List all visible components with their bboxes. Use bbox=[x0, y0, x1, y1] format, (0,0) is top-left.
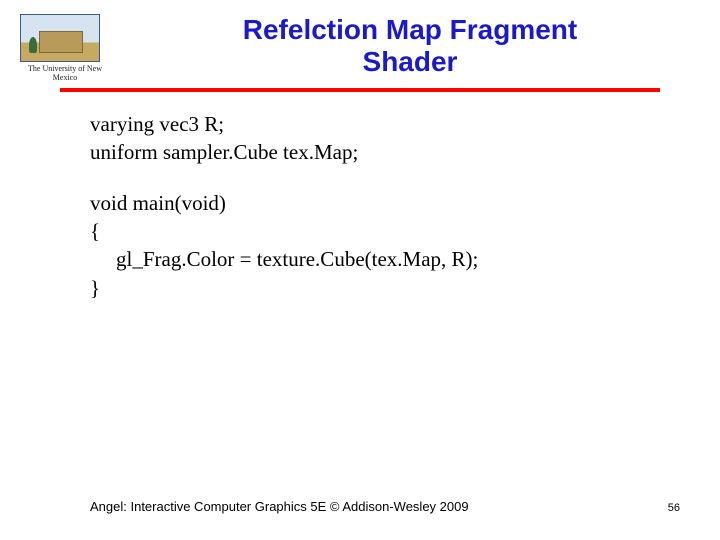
slide-title-line2: Shader bbox=[120, 46, 700, 78]
university-logo-block: The University of New Mexico bbox=[20, 14, 120, 82]
code-line-brace-open: { bbox=[90, 217, 720, 245]
page-number: 56 bbox=[668, 502, 680, 514]
main-function-block: void main(void) { gl_Frag.Color = textur… bbox=[90, 189, 720, 302]
declarations-block: varying vec3 R; uniform sampler.Cube tex… bbox=[90, 110, 720, 167]
code-line-brace-close: } bbox=[90, 274, 720, 302]
code-line-main-sig: void main(void) bbox=[90, 189, 720, 217]
logo-building-shape bbox=[39, 31, 83, 53]
footer: Angel: Interactive Computer Graphics 5E … bbox=[0, 499, 720, 514]
footer-citation: Angel: Interactive Computer Graphics 5E … bbox=[90, 499, 469, 514]
code-line-decl2: uniform sampler.Cube tex.Map; bbox=[90, 138, 720, 166]
university-logo-icon bbox=[20, 14, 100, 62]
code-line-decl1: varying vec3 R; bbox=[90, 110, 720, 138]
header: The University of New Mexico Refelction … bbox=[0, 0, 720, 82]
code-content: varying vec3 R; uniform sampler.Cube tex… bbox=[0, 92, 720, 302]
code-line-body1: gl_Frag.Color = texture.Cube(tex.Map, R)… bbox=[90, 245, 720, 273]
title-block: Refelction Map Fragment Shader bbox=[120, 10, 700, 78]
logo-tree-shape bbox=[29, 37, 37, 53]
logo-caption: The University of New Mexico bbox=[20, 64, 110, 82]
slide-title-line1: Refelction Map Fragment bbox=[120, 14, 700, 46]
